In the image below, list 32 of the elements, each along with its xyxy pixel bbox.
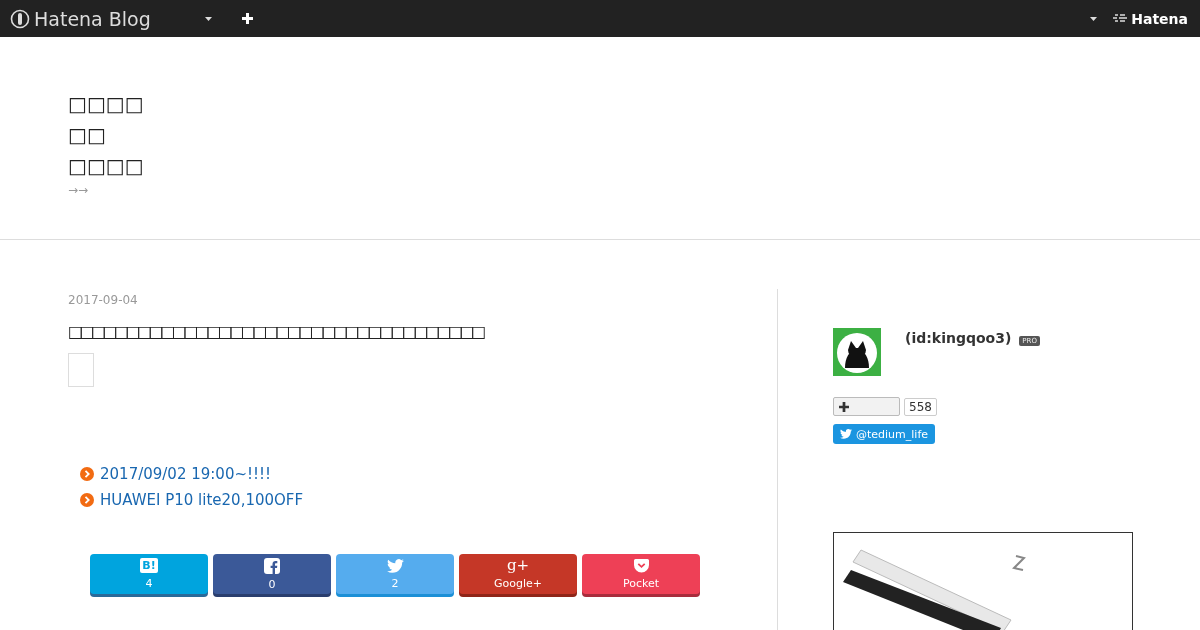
arrow-circle-icon [80, 493, 94, 507]
hatena-brand-link[interactable]: Hatena [1131, 10, 1188, 27]
facebook-icon [264, 557, 280, 574]
follower-count: 558 [904, 397, 937, 416]
entry-link[interactable]: HUAWEI P10 lite20,100OFF [100, 491, 304, 509]
user-id[interactable]: (id:kingqoo3) [905, 330, 1012, 346]
plus-icon [839, 401, 849, 412]
image-placeholder [68, 353, 94, 387]
share-button[interactable]: g+ Google+ [459, 554, 577, 594]
hatena-blog-logo[interactable]: Hatena Blog [34, 7, 151, 30]
dropdown-caret-icon[interactable] [1090, 16, 1098, 21]
hatena-logo-icon [1113, 13, 1128, 24]
plus-icon[interactable] [241, 13, 253, 24]
follow-button[interactable] [833, 397, 900, 416]
avatar-icon [833, 328, 881, 376]
share-button[interactable]: 0 [213, 554, 331, 594]
blog-description: →→ [68, 183, 89, 197]
bird-icon [386, 558, 404, 573]
bird-icon [840, 429, 852, 439]
dropdown-caret-icon[interactable] [204, 16, 212, 21]
blog-title[interactable]: □□□□ [68, 89, 144, 120]
hatena-bookmark-icon: B! [140, 558, 158, 573]
blog-title[interactable]: □□ [68, 120, 106, 151]
hatena-blog-logo-icon [10, 8, 30, 29]
entry-link[interactable]: 2017/09/02 19:00~!!!! [100, 465, 272, 483]
entry-date: 2017-09-04 [68, 293, 138, 307]
entry-title[interactable]: □□□□□□□□□□□□□□□□□□□□□□□□□□□□□□□□□□□□ [68, 322, 483, 341]
arrow-circle-icon [80, 467, 94, 481]
share-button[interactable]: Pocket [582, 554, 700, 594]
google-plus-icon: g+ [506, 558, 530, 573]
pocket-icon [633, 558, 649, 573]
blog-title[interactable]: □□□□ [68, 151, 144, 182]
